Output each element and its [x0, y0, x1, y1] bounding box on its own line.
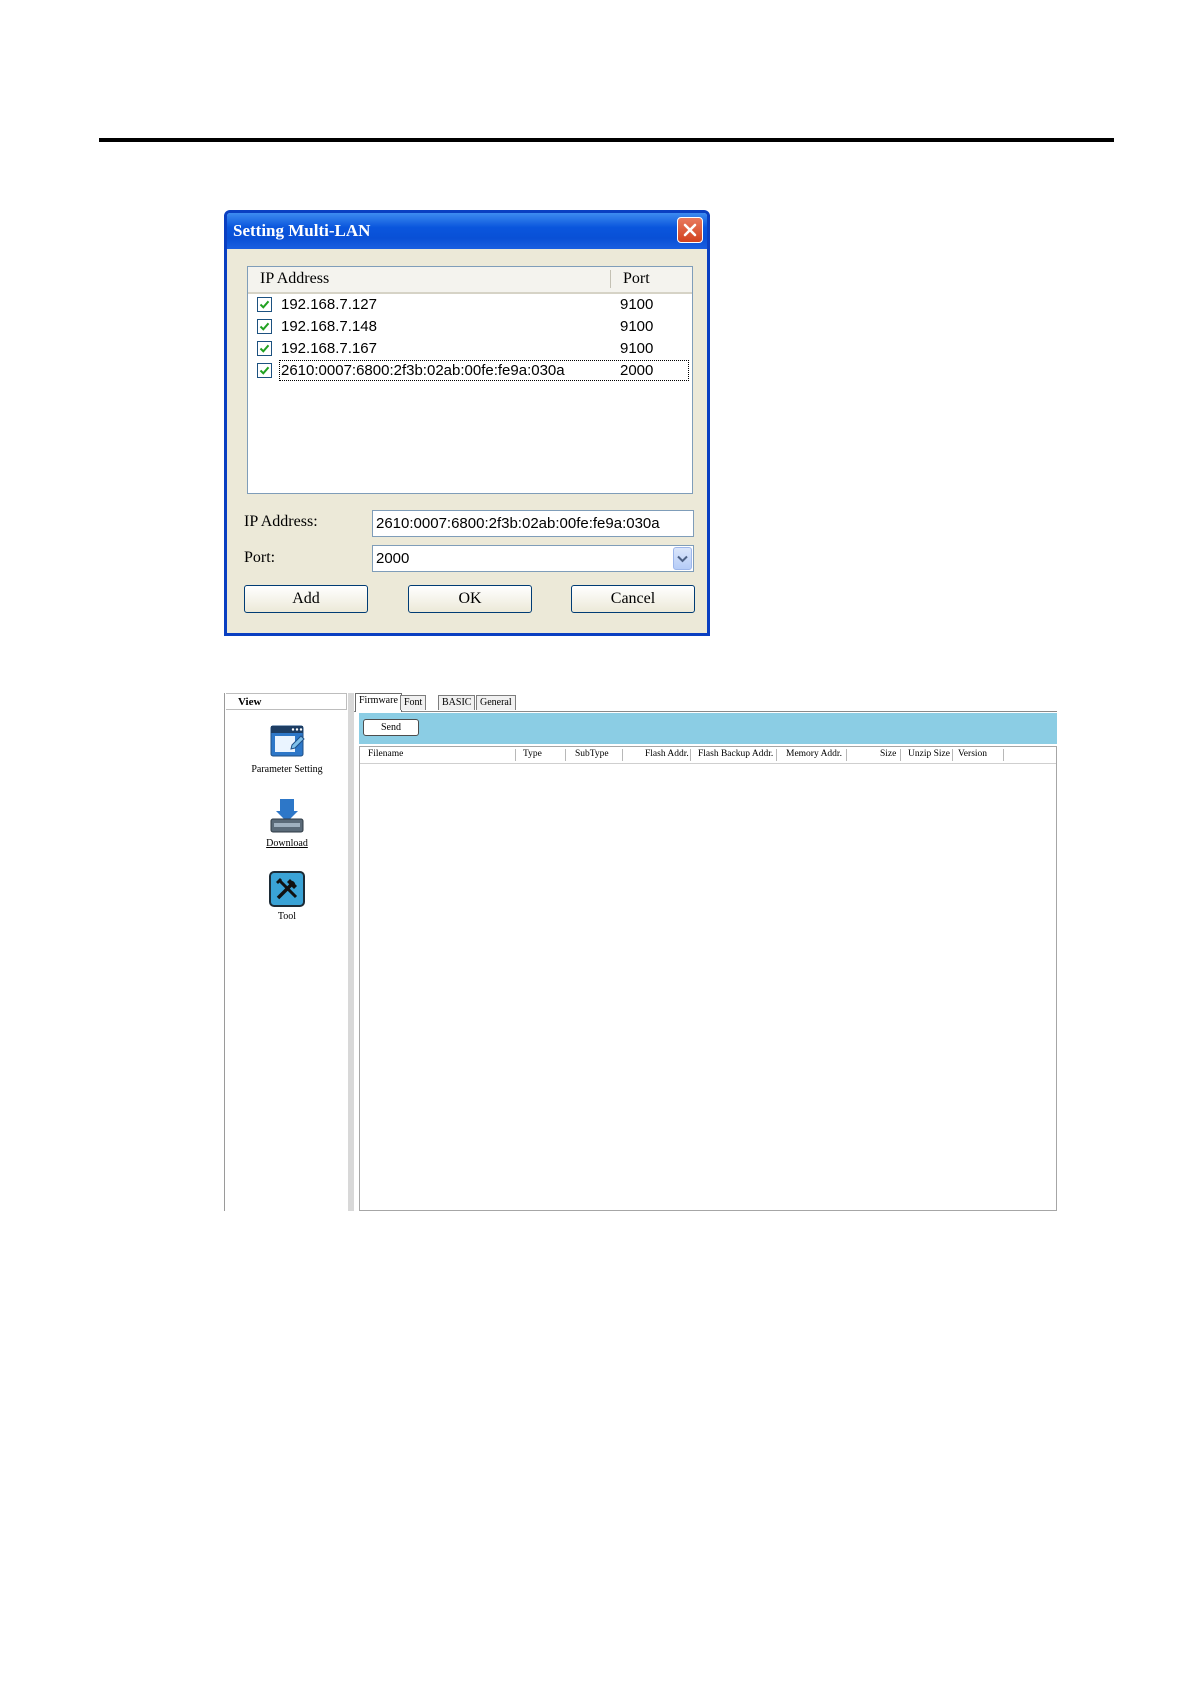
multi-lan-dialog: Setting Multi-LAN IP Address Port 192.16…	[224, 210, 710, 636]
row-ip: 192.168.7.167	[281, 340, 377, 357]
tool-icon	[268, 870, 306, 908]
column-header[interactable]: Memory Addr.	[786, 749, 842, 759]
checkmark-icon	[259, 300, 270, 309]
close-button[interactable]	[677, 217, 703, 243]
column-divider[interactable]	[610, 270, 611, 288]
ip-address-input[interactable]: 2610:0007:6800:2f3b:02ab:00fe:fe9a:030a	[372, 510, 694, 537]
row-port: 9100	[620, 318, 654, 335]
row-ip: 2610:0007:6800:2f3b:02ab:00fe:fe9a:030a	[281, 362, 565, 379]
row-port: 9100	[620, 296, 654, 313]
column-divider[interactable]	[565, 749, 566, 761]
tab-firmware[interactable]: Firmware	[355, 693, 402, 712]
column-divider[interactable]	[1003, 749, 1004, 761]
row-port: 9100	[620, 340, 654, 357]
ok-button[interactable]: OK	[408, 585, 532, 613]
column-header[interactable]: Version	[958, 749, 987, 759]
row-ip: 192.168.7.148	[281, 318, 377, 335]
port-select[interactable]: 2000	[372, 545, 694, 572]
row-port: 2000	[620, 362, 654, 379]
tab-basic[interactable]: BASIC	[438, 695, 476, 710]
top-rule	[99, 138, 1114, 142]
column-header[interactable]: Type	[523, 749, 542, 759]
list-item[interactable]: 192.168.7.167 9100	[248, 338, 692, 360]
checkmark-icon	[259, 322, 270, 331]
firmware-table[interactable]: Filename Type SubType Flash Addr. Flash …	[359, 746, 1057, 1211]
column-header[interactable]: Flash Backup Addr.	[698, 749, 773, 759]
panel-splitter[interactable]	[348, 693, 354, 1211]
tab-general[interactable]: General	[476, 695, 516, 710]
list-item[interactable]: 192.168.7.148 9100	[248, 316, 692, 338]
row-ip: 192.168.7.127	[281, 296, 377, 313]
checkmark-icon	[259, 366, 270, 375]
port-select-value: 2000	[376, 550, 410, 567]
column-header-port[interactable]: Port	[623, 270, 650, 288]
column-header[interactable]: Unzip Size	[908, 749, 950, 759]
nav-label: Tool	[277, 911, 297, 922]
column-header[interactable]: SubType	[575, 749, 609, 759]
tab-strip: Firmware Font BASIC General	[354, 693, 1057, 712]
nav-item-tool[interactable]: Tool	[225, 870, 349, 922]
dialog-title: Setting Multi-LAN	[233, 221, 371, 240]
parameter-setting-icon	[268, 723, 306, 761]
column-divider[interactable]	[952, 749, 953, 761]
tab-font[interactable]: Font	[400, 695, 427, 710]
list-item[interactable]: 192.168.7.127 9100	[248, 294, 692, 316]
column-divider[interactable]	[622, 749, 623, 761]
port-label: Port:	[244, 549, 276, 566]
column-divider[interactable]	[690, 749, 691, 761]
view-panel: View Parameter Setting Download Tool	[224, 693, 348, 1211]
column-divider[interactable]	[515, 749, 516, 761]
column-divider[interactable]	[846, 749, 847, 761]
chevron-down-icon	[677, 555, 688, 563]
table-header: Filename Type SubType Flash Addr. Flash …	[360, 747, 1056, 764]
column-divider[interactable]	[776, 749, 777, 761]
checkmark-icon	[259, 344, 270, 353]
nav-label: Parameter Setting	[251, 764, 323, 775]
cancel-button[interactable]: Cancel	[571, 585, 695, 613]
nav-label: Download	[266, 838, 308, 849]
close-icon	[683, 223, 697, 237]
column-header[interactable]: Flash Addr.	[645, 749, 689, 759]
nav-item-download[interactable]: Download	[225, 797, 349, 849]
row-checkbox[interactable]	[257, 297, 272, 312]
view-panel-title: View	[226, 693, 347, 710]
port-dropdown-button[interactable]	[673, 547, 692, 570]
ip-list-header: IP Address Port	[248, 267, 692, 294]
dialog-titlebar[interactable]: Setting Multi-LAN	[227, 213, 707, 249]
row-checkbox[interactable]	[257, 341, 272, 356]
row-checkbox[interactable]	[257, 319, 272, 334]
nav-item-parameter-setting[interactable]: Parameter Setting	[225, 723, 349, 775]
column-header[interactable]: Size	[880, 749, 896, 759]
ip-address-label: IP Address:	[244, 513, 318, 530]
column-divider[interactable]	[900, 749, 901, 761]
tool-window: View Parameter Setting Download Tool Fir…	[224, 693, 1057, 1211]
download-icon	[268, 797, 306, 835]
column-header[interactable]: Filename	[368, 749, 403, 759]
send-button[interactable]: Send	[363, 719, 419, 736]
row-checkbox[interactable]	[257, 363, 272, 378]
column-header-ip[interactable]: IP Address	[260, 270, 329, 288]
firmware-toolbar: Send	[359, 713, 1057, 744]
ip-list[interactable]: IP Address Port 192.168.7.127 9100 192.1…	[247, 266, 693, 494]
add-button[interactable]: Add	[244, 585, 368, 613]
list-item[interactable]: 2610:0007:6800:2f3b:02ab:00fe:fe9a:030a …	[248, 360, 692, 382]
